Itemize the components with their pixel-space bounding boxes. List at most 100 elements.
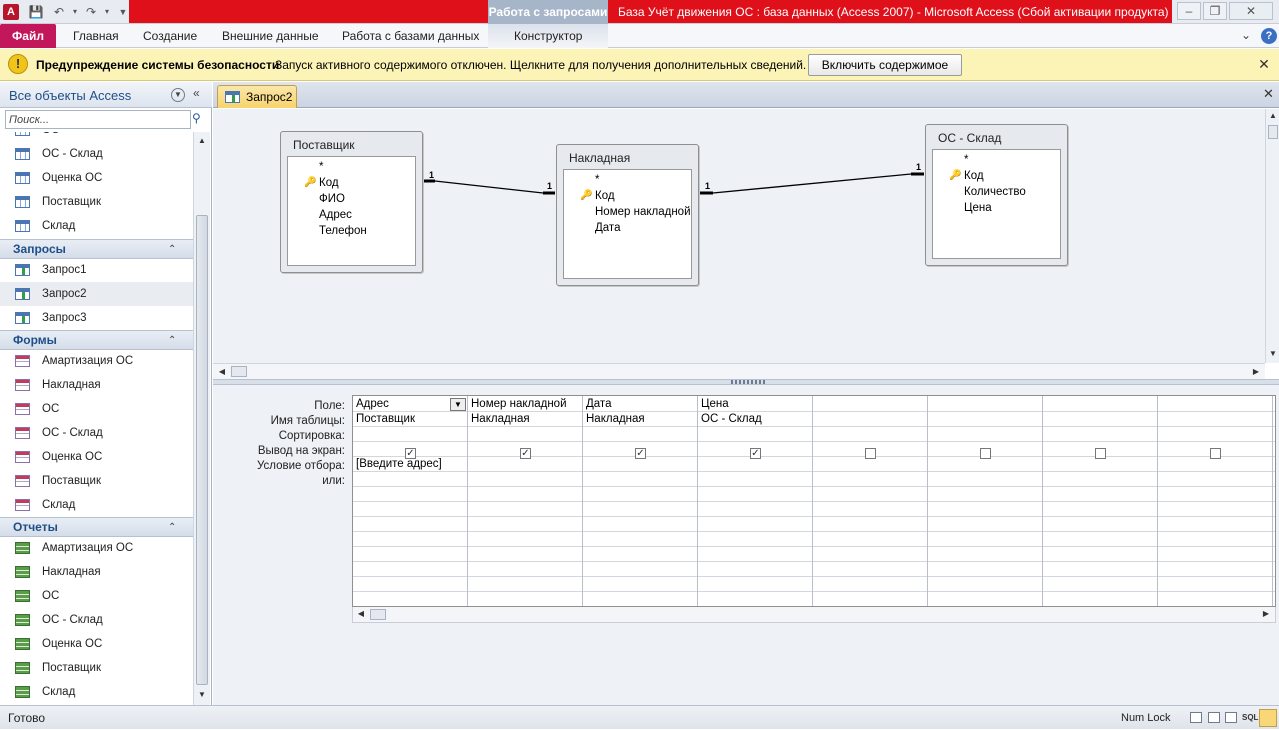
field[interactable]: Номер накладной [595,204,691,220]
close-window-button[interactable]: ✕ [1229,2,1273,20]
field[interactable]: Количество [964,184,1026,200]
nav-item-query-3[interactable]: Запрос3 [0,306,193,330]
nav-item-form[interactable]: ОС - Склад [0,421,193,445]
field-key[interactable]: 🔑 Код [949,168,984,184]
tab-database-tools[interactable]: Работа с базами данных [342,24,479,48]
nav-item-query-2[interactable]: Запрос2 [0,282,193,306]
nav-item-table-postavshchik[interactable]: Поставщик [0,190,193,214]
diagram-horizontal-scrollbar[interactable]: ◀ ▶ [213,363,1265,379]
pivot-table-view-icon[interactable] [1208,712,1220,723]
nav-item-report[interactable]: Амартизация ОС [0,536,193,560]
save-icon[interactable]: 💾 [27,3,45,21]
table-box-nakladnaya[interactable]: Накладная * 🔑 Код Номер накладной Дата [556,144,699,286]
show-checkbox[interactable] [1095,448,1106,459]
grid-criteria-cell[interactable]: [Введите адрес] [353,457,467,472]
query-design-grid[interactable]: Адрес ▼ Номер накладной Дата Цена Постав… [352,395,1276,607]
show-checkbox[interactable]: ✓ [520,448,531,459]
datasheet-view-icon[interactable] [1190,712,1202,723]
field[interactable]: Цена [964,200,992,216]
nav-group-reports[interactable]: Отчеты ⌃ [0,517,193,537]
close-icon[interactable]: ✕ [1256,55,1272,73]
nav-item-table-sklad[interactable]: Склад [0,214,193,238]
diagram-vertical-scrollbar[interactable]: ▲ ▼ [1265,109,1279,363]
tab-home[interactable]: Главная [73,24,119,48]
grid-field-cell[interactable]: Адрес [353,397,451,412]
restore-button[interactable]: ❐ [1203,2,1227,20]
show-checkbox[interactable]: ✓ [635,448,646,459]
nav-item-form[interactable]: ОС [0,397,193,421]
grid-table-cell[interactable]: ОС - Склад [698,412,812,427]
nav-pane-header[interactable]: Все объекты Access ▼ « [0,82,212,108]
chevron-down-icon[interactable]: ▼ [450,398,466,411]
show-checkbox[interactable] [1210,448,1221,459]
scroll-down-icon[interactable]: ▼ [195,688,209,702]
nav-item-form[interactable]: Накладная [0,373,193,397]
grid-horizontal-scrollbar[interactable]: ◀ ▶ [352,607,1276,623]
nav-item-report[interactable]: Оценка ОС [0,632,193,656]
scroll-left-icon[interactable]: ◀ [354,607,368,621]
security-warning-message[interactable]: Запуск активного содержимого отключен. Щ… [275,49,806,81]
field-key[interactable]: 🔑 Код [580,188,615,204]
scroll-up-icon[interactable]: ▲ [195,134,209,148]
field[interactable]: ФИО [319,191,345,207]
nav-item-table-os-sklad[interactable]: ОС - Склад [0,142,193,166]
file-tab[interactable]: Файл [0,24,56,48]
scroll-thumb[interactable] [196,215,208,685]
field-all[interactable]: * [964,152,968,168]
pivot-chart-view-icon[interactable] [1225,712,1237,723]
field-all[interactable]: * [595,172,599,188]
minimize-ribbon-icon[interactable]: ⌄ [1241,28,1251,42]
nav-item-form[interactable]: Оценка ОС [0,445,193,469]
grid-table-cell[interactable]: Поставщик [353,412,467,427]
help-icon[interactable]: ? [1261,28,1277,44]
grid-field-cell[interactable]: Дата [583,397,697,412]
collapse-pane-icon[interactable]: « [193,86,200,100]
minimize-button[interactable]: – [1177,2,1201,20]
field[interactable]: Телефон [319,223,367,239]
tab-create[interactable]: Создание [143,24,197,48]
chevron-down-icon[interactable]: ▼ [171,88,185,102]
scroll-thumb[interactable] [1268,125,1278,139]
field[interactable]: Адрес [319,207,352,223]
search-input[interactable]: Поиск... [5,110,191,129]
grid-table-cell[interactable]: Накладная [468,412,582,427]
scroll-thumb[interactable] [370,609,386,620]
close-icon[interactable]: ✕ [1263,86,1274,102]
field-key[interactable]: 🔑 Код [304,175,339,191]
nav-item-report[interactable]: ОС - Склад [0,608,193,632]
field-all[interactable]: * [319,159,323,175]
sql-view-icon[interactable]: SQL [1242,706,1258,730]
nav-item-report[interactable]: Поставщик [0,656,193,680]
nav-item-report[interactable]: Накладная [0,560,193,584]
enable-content-button[interactable]: Включить содержимое [808,54,962,76]
scroll-right-icon[interactable]: ▶ [1249,365,1263,379]
nav-item-report[interactable]: ОС [0,584,193,608]
grid-field-cell[interactable]: Цена [698,397,812,412]
access-app-icon[interactable]: A [3,4,19,20]
field[interactable]: Дата [595,220,620,236]
nav-group-queries[interactable]: Запросы ⌃ [0,239,193,259]
table-box-postavshchik[interactable]: Поставщик * 🔑 Код ФИО Адрес Телефон [280,131,423,273]
nav-item-table-otsenka-os[interactable]: Оценка ОС [0,166,193,190]
search-icon[interactable]: ⚲ [192,111,206,127]
grid-table-cell[interactable]: Накладная [583,412,697,427]
show-checkbox[interactable]: ✓ [750,448,761,459]
scroll-thumb[interactable] [231,366,247,377]
tab-designer[interactable]: Конструктор [514,24,582,48]
show-checkbox[interactable] [980,448,991,459]
nav-item-table-os[interactable]: ОС [0,132,193,142]
tab-external-data[interactable]: Внешние данные [222,24,319,48]
scroll-left-icon[interactable]: ◀ [215,365,229,379]
nav-item-query-1[interactable]: Запрос1 [0,258,193,282]
design-view-icon[interactable] [1259,709,1277,727]
scroll-down-icon[interactable]: ▼ [1266,347,1279,361]
nav-item-report[interactable]: Склад [0,680,193,704]
grid-field-cell[interactable]: Номер накладной [468,397,582,412]
nav-group-forms[interactable]: Формы ⌃ [0,330,193,350]
nav-item-form[interactable]: Амартизация ОС [0,349,193,373]
nav-scrollbar[interactable]: ▲ ▼ [193,132,210,705]
scroll-right-icon[interactable]: ▶ [1259,607,1273,621]
show-checkbox[interactable] [865,448,876,459]
tab-query2[interactable]: Запрос2 [217,85,297,108]
nav-item-form[interactable]: Поставщик [0,469,193,493]
